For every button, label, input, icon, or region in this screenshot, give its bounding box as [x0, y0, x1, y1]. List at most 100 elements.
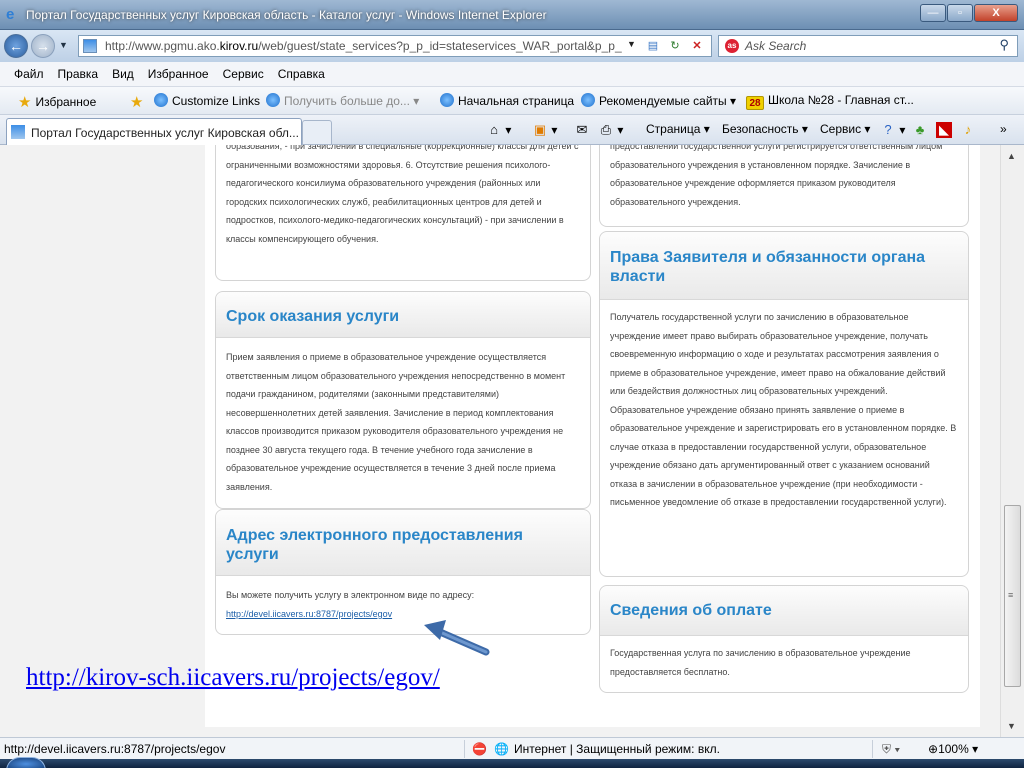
- protected-mode-icon[interactable]: ⛨ ▾: [882, 742, 900, 757]
- mail-button[interactable]: ✉: [574, 122, 590, 138]
- address-toolbar: ← → ▼ http://www.pgmu.ako.kirov.ru/web/g…: [0, 30, 1024, 62]
- status-bar: http://devel.iicavers.ru:8787/projects/e…: [0, 737, 1024, 759]
- tab-portal[interactable]: Портал Государственных услуг Кировская о…: [6, 118, 302, 145]
- window-title: Портал Государственных услуг Кировская о…: [26, 8, 547, 22]
- right-top-box: предоставлении государственной услуги ре…: [599, 145, 969, 227]
- fav-customize-links[interactable]: Customize Links: [154, 93, 260, 108]
- refresh-icon[interactable]: ↻: [667, 38, 683, 54]
- left-top-text: образования, - при зачислении в специаль…: [226, 145, 579, 244]
- messenger-button[interactable]: ♣: [912, 122, 928, 138]
- electronic-address-title: Адрес электронного предоставления услуги: [216, 510, 590, 576]
- favorites-button[interactable]: ★ Избранное: [18, 93, 96, 111]
- popup-blocked-icon[interactable]: ⛔: [472, 742, 487, 756]
- research-icon: ◣: [936, 122, 952, 138]
- recent-pages-dropdown-icon[interactable]: ▼: [59, 40, 68, 50]
- addon-icon: ♪: [964, 122, 972, 137]
- menu-bar: Файл Правка Вид Избранное Сервис Справка: [0, 62, 1024, 87]
- fav-school-28[interactable]: 28 Школа №28 - Главная ст...: [746, 93, 914, 110]
- left-top-box: образования, - при зачислении в специаль…: [215, 145, 591, 281]
- stop-icon[interactable]: ✕: [689, 38, 705, 54]
- start-button[interactable]: [6, 757, 46, 768]
- forward-button[interactable]: →: [31, 34, 55, 58]
- research-button[interactable]: ◣: [936, 122, 952, 138]
- address-url[interactable]: http://www.pgmu.ako.kirov.ru/web/guest/s…: [105, 39, 625, 53]
- menu-file[interactable]: Файл: [14, 67, 44, 81]
- menu-tools[interactable]: Сервис: [223, 67, 264, 81]
- payment-text: Государственная услуга по зачислению в о…: [610, 648, 911, 677]
- menu-view[interactable]: Вид: [112, 67, 134, 81]
- rss-icon: ▣: [533, 122, 547, 137]
- tools-menu[interactable]: Сервис ▾: [820, 122, 870, 136]
- zoom-control[interactable]: ⊕100% ▾: [928, 742, 978, 756]
- taskbar: [0, 759, 1024, 768]
- fav-suggested-sites[interactable]: Рекомендуемые сайты ▾: [581, 93, 736, 108]
- new-tab-button[interactable]: [302, 120, 332, 144]
- maximize-button[interactable]: ▫: [947, 4, 973, 22]
- feeds-button[interactable]: ▣ ▾: [532, 122, 558, 138]
- page-menu[interactable]: Страница ▾: [646, 122, 710, 136]
- rights-duties-title: Права Заявителя и обязанности органа вла…: [600, 232, 968, 300]
- window-controls: — ▫ X: [919, 4, 1018, 22]
- search-provider-icon: as: [725, 39, 739, 53]
- add-favorite-icon: ★: [130, 94, 144, 111]
- search-input[interactable]: Ask Search: [745, 39, 806, 53]
- help-button[interactable]: ? ▾: [880, 122, 905, 138]
- page-container: образования, - при зачислении в специаль…: [205, 145, 980, 727]
- internet-zone-icon: 🌐: [494, 742, 509, 756]
- search-icon[interactable]: ⚲: [999, 37, 1009, 53]
- scroll-up-arrow-icon[interactable]: ▲: [1007, 151, 1016, 161]
- payment-title: Сведения об оплате: [600, 586, 968, 636]
- electronic-address-body: Вы можете получить услугу в электронном …: [216, 576, 590, 623]
- address-dropdown-icon[interactable]: ▼: [627, 39, 636, 49]
- back-button[interactable]: ←: [4, 34, 28, 58]
- electronic-address-link[interactable]: http://devel.iicavers.ru:8787/projects/e…: [226, 609, 392, 619]
- menu-favorites[interactable]: Избранное: [148, 67, 209, 81]
- add-to-favorites-bar-button[interactable]: ★: [130, 93, 147, 111]
- fav-get-more[interactable]: Получить больше до... ▾: [266, 93, 419, 108]
- home-button[interactable]: ⌂ ▾: [486, 122, 511, 138]
- favorites-bar: ★ Избранное ★ Customize Links Получить бо…: [0, 87, 1024, 115]
- print-icon: ⎙: [600, 122, 612, 137]
- service-term-box: Срок оказания услуги Прием заявления о п…: [215, 291, 591, 509]
- ie-page-icon: [266, 93, 280, 107]
- scroll-down-arrow-icon[interactable]: ▼: [1007, 721, 1016, 731]
- favorites-star-icon: ★: [18, 94, 32, 111]
- address-bar[interactable]: http://www.pgmu.ako.kirov.ru/web/guest/s…: [78, 35, 712, 57]
- scroll-thumb[interactable]: ≡: [1004, 505, 1021, 687]
- service-term-title: Срок оказания услуги: [216, 292, 590, 338]
- ie-logo-icon: e: [6, 6, 15, 23]
- scroll-grip-icon: ≡: [1008, 590, 1014, 600]
- vertical-scrollbar[interactable]: ▲ ≡ ▼: [1000, 145, 1024, 737]
- menu-edit[interactable]: Правка: [58, 67, 99, 81]
- school-28-icon: 28: [746, 96, 764, 110]
- compatibility-view-icon[interactable]: ▤: [645, 38, 661, 54]
- mail-icon: ✉: [576, 122, 588, 137]
- safety-menu[interactable]: Безопасность ▾: [722, 122, 808, 136]
- service-term-text: Прием заявления о приеме в образовательн…: [226, 352, 566, 492]
- ie-page-icon: [154, 93, 168, 107]
- window-titlebar: e Портал Государственных услуг Кировская…: [0, 0, 1024, 30]
- menu-help[interactable]: Справка: [278, 67, 325, 81]
- search-box[interactable]: as Ask Search ⚲: [718, 35, 1018, 57]
- status-url: http://devel.iicavers.ru:8787/projects/e…: [4, 742, 226, 756]
- rights-duties-text: Получатель государственной услуги по зач…: [610, 312, 957, 507]
- payment-box: Сведения об оплате Государственная услуг…: [599, 585, 969, 693]
- tab-command-bar: Портал Государственных услуг Кировская о…: [0, 115, 1024, 145]
- tab-favicon-icon: [11, 125, 25, 139]
- home-icon: ⌂: [490, 122, 498, 137]
- electronic-address-text: Вы можете получить услугу в электронном …: [226, 590, 475, 600]
- rights-duties-box: Права Заявителя и обязанности органа вла…: [599, 231, 969, 577]
- right-top-text: предоставлении государственной услуги ре…: [610, 145, 943, 207]
- print-button[interactable]: ⎙ ▾: [598, 122, 624, 138]
- addon-button[interactable]: ♪: [960, 122, 976, 138]
- suggested-sites-icon: [581, 93, 595, 107]
- ie-page-icon: [440, 93, 454, 107]
- fav-home-page[interactable]: Начальная страница: [440, 93, 574, 108]
- security-zone-text[interactable]: Интернет | Защищенный режим: вкл.: [514, 742, 720, 756]
- minimize-button[interactable]: —: [920, 4, 946, 22]
- page-viewport: образования, - при зачислении в специаль…: [0, 145, 1000, 737]
- toolbar-overflow-icon[interactable]: »: [1000, 122, 1007, 136]
- annotation-link[interactable]: http://kirov-sch.iicavers.ru/projects/eg…: [26, 664, 440, 692]
- page-favicon-icon: [83, 39, 97, 53]
- close-button[interactable]: X: [974, 4, 1018, 22]
